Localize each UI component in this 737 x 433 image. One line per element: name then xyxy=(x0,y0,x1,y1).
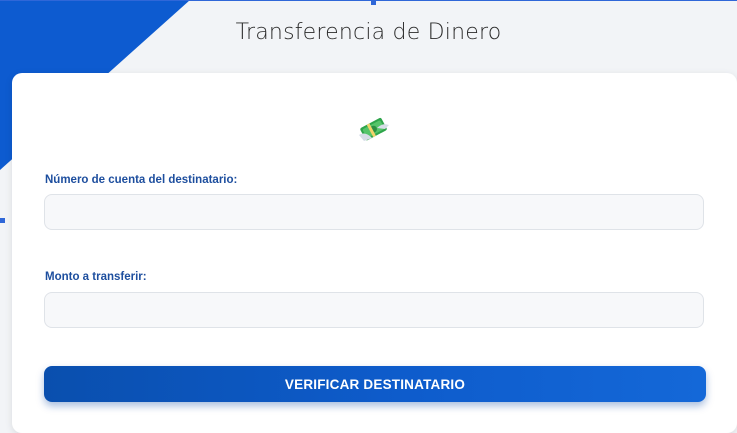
amount-input[interactable] xyxy=(44,292,704,328)
account-number-label: Número de cuenta del destinatario: xyxy=(45,174,238,186)
account-number-input[interactable] xyxy=(44,194,704,230)
money-with-wings-icon xyxy=(359,118,389,141)
amount-label: Monto a transferir: xyxy=(45,271,147,283)
verify-recipient-button[interactable]: VERIFICAR DESTINATARIO xyxy=(44,366,706,402)
selection-handle-left[interactable] xyxy=(0,218,5,223)
page-title: Transferencia de Dinero xyxy=(235,20,502,45)
selection-outline xyxy=(0,0,737,1)
selection-handle-top[interactable] xyxy=(371,0,376,5)
